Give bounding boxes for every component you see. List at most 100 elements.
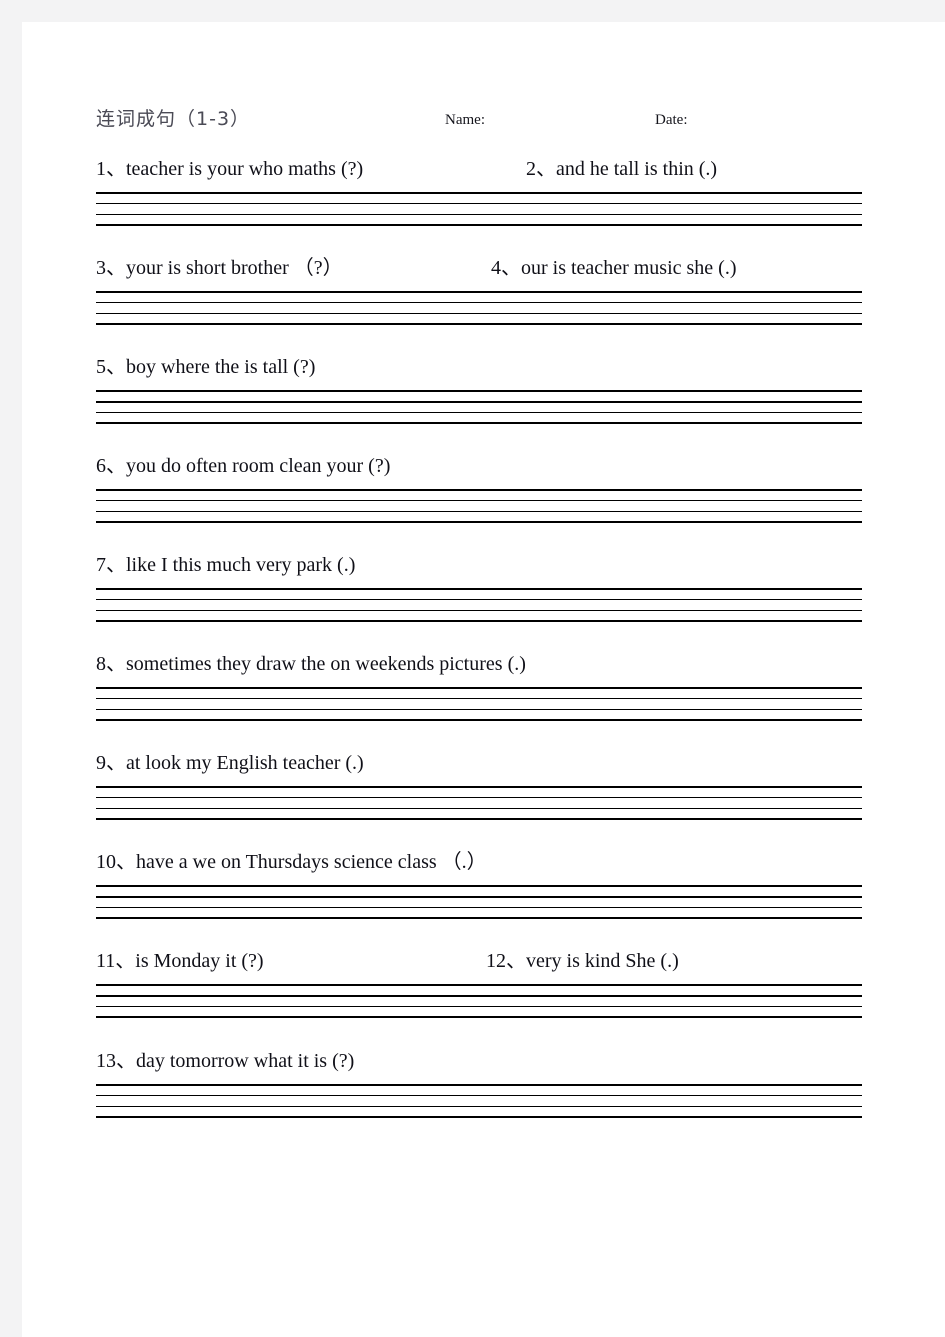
question-block: 9、at look my English teacher (.) [96, 746, 886, 822]
question-prompt-row: 9、at look my English teacher (.) [96, 746, 886, 780]
ruling-line [96, 1084, 862, 1086]
question-number: 4、 [491, 257, 521, 279]
ruling-line [96, 323, 862, 325]
ruling-line [96, 401, 862, 403]
ruling-line [96, 917, 862, 919]
question-number: 8、 [96, 653, 126, 675]
question-scrambled-words: your is short brother （?） [126, 257, 343, 279]
answer-writing-lines[interactable] [96, 984, 862, 1020]
ruling-line [96, 698, 862, 699]
ruling-line [96, 797, 862, 798]
question-number: 9、 [96, 752, 126, 774]
ruling-line [96, 610, 862, 611]
ruling-line [96, 489, 862, 491]
answer-writing-lines[interactable] [96, 687, 862, 723]
question-number: 10、 [96, 851, 136, 873]
ruling-line [96, 599, 862, 600]
answer-writing-lines[interactable] [96, 192, 862, 228]
question-number: 3、 [96, 257, 126, 279]
ruling-line [96, 521, 862, 523]
ruling-line [96, 302, 862, 303]
question-item: 10、have a we on Thursdays science class … [96, 845, 487, 874]
question-prompt-row: 7、like I this much very park (.) [96, 548, 886, 582]
ruling-line [96, 808, 862, 809]
question-block: 11、is Monday it (?) 12、very is kind She (… [96, 944, 886, 1020]
question-block: 7、like I this much very park (.) [96, 548, 886, 624]
question-scrambled-words: sometimes they draw the on weekends pict… [126, 653, 526, 675]
question-scrambled-words: at look my English teacher (.) [126, 752, 364, 774]
question-prompt-row: 3、your is short brother （?） 4、our is teac… [96, 251, 886, 285]
answer-writing-lines[interactable] [96, 1084, 862, 1120]
question-number: 12、 [486, 950, 526, 972]
question-block: 3、your is short brother （?） 4、our is teac… [96, 251, 886, 327]
date-field-label: Date: [655, 112, 688, 128]
ruling-line [96, 719, 862, 721]
question-number: 7、 [96, 554, 126, 576]
answer-writing-lines[interactable] [96, 390, 862, 426]
question-scrambled-words: like I this much very park (.) [126, 554, 356, 576]
answer-writing-lines[interactable] [96, 786, 862, 822]
ruling-line [96, 313, 862, 314]
question-scrambled-words: you do often room clean your (?) [126, 455, 391, 477]
ruling-line [96, 896, 862, 898]
ruling-line [96, 885, 862, 887]
ruling-line [96, 620, 862, 622]
question-number: 6、 [96, 455, 126, 477]
question-number: 13、 [96, 1050, 136, 1072]
ruling-line [96, 203, 862, 204]
ruling-line [96, 1106, 862, 1107]
question-block: 10、have a we on Thursdays science class … [96, 845, 886, 921]
answer-writing-lines[interactable] [96, 588, 862, 624]
ruling-line [96, 687, 862, 689]
name-field-label: Name: [445, 112, 485, 128]
ruling-line [96, 1095, 862, 1096]
question-item: 3、your is short brother （?） [96, 251, 343, 280]
question-number: 1、 [96, 158, 126, 180]
ruling-line [96, 192, 862, 194]
question-item: 11、is Monday it (?) [96, 944, 264, 973]
question-block: 5、boy where the is tall (?) [96, 350, 886, 426]
answer-writing-lines[interactable] [96, 291, 862, 327]
question-scrambled-words: boy where the is tall (?) [126, 356, 316, 378]
question-item: 8、sometimes they draw the on weekends pi… [96, 647, 526, 676]
question-scrambled-words: our is teacher music she (.) [521, 257, 737, 279]
question-prompt-row: 1、teacher is your who maths (?) 2、and he … [96, 152, 886, 186]
question-scrambled-words: teacher is your who maths (?) [126, 158, 364, 180]
question-scrambled-words: day tomorrow what it is (?) [136, 1050, 355, 1072]
ruling-line [96, 412, 862, 413]
question-item: 13、day tomorrow what it is (?) [96, 1044, 354, 1073]
ruling-line [96, 390, 862, 392]
question-item: 4、our is teacher music she (.) [491, 251, 736, 280]
question-item: 12、very is kind She (.) [486, 944, 679, 973]
ruling-line [96, 786, 862, 788]
question-item: 9、at look my English teacher (.) [96, 746, 364, 775]
question-scrambled-words: is Monday it (?) [135, 950, 264, 972]
question-block: 13、day tomorrow what it is (?) [96, 1044, 886, 1120]
question-block: 1、teacher is your who maths (?) 2、and he … [96, 152, 886, 228]
ruling-line [96, 984, 862, 986]
question-block: 6、you do often room clean your (?) [96, 449, 886, 525]
ruling-line [96, 500, 862, 501]
answer-writing-lines[interactable] [96, 489, 862, 525]
ruling-line [96, 907, 862, 908]
question-item: 7、like I this much very park (.) [96, 548, 355, 577]
question-item: 5、boy where the is tall (?) [96, 350, 315, 379]
answer-writing-lines[interactable] [96, 885, 862, 921]
page-title: 连词成句（1-3） [96, 108, 251, 130]
question-prompt-row: 10、have a we on Thursdays science class … [96, 845, 886, 879]
question-prompt-row: 13、day tomorrow what it is (?) [96, 1044, 886, 1078]
question-number: 11、 [96, 950, 136, 972]
question-item: 6、you do often room clean your (?) [96, 449, 390, 478]
question-scrambled-words: very is kind She (.) [526, 950, 679, 972]
question-item: 2、and he tall is thin (.) [526, 152, 717, 181]
question-block: 8、sometimes they draw the on weekends pi… [96, 647, 886, 723]
worksheet-header: 连词成句（1-3） Name: Date: [96, 104, 886, 144]
question-prompt-row: 8、sometimes they draw the on weekends pi… [96, 647, 886, 681]
question-item: 1、teacher is your who maths (?) [96, 152, 363, 181]
worksheet-page: 连词成句（1-3） Name: Date: 1、teacher is your … [22, 22, 945, 1337]
ruling-line [96, 1006, 862, 1007]
question-number: 2、 [526, 158, 556, 180]
ruling-line [96, 709, 862, 710]
ruling-line [96, 511, 862, 512]
question-prompt-row: 5、boy where the is tall (?) [96, 350, 886, 384]
